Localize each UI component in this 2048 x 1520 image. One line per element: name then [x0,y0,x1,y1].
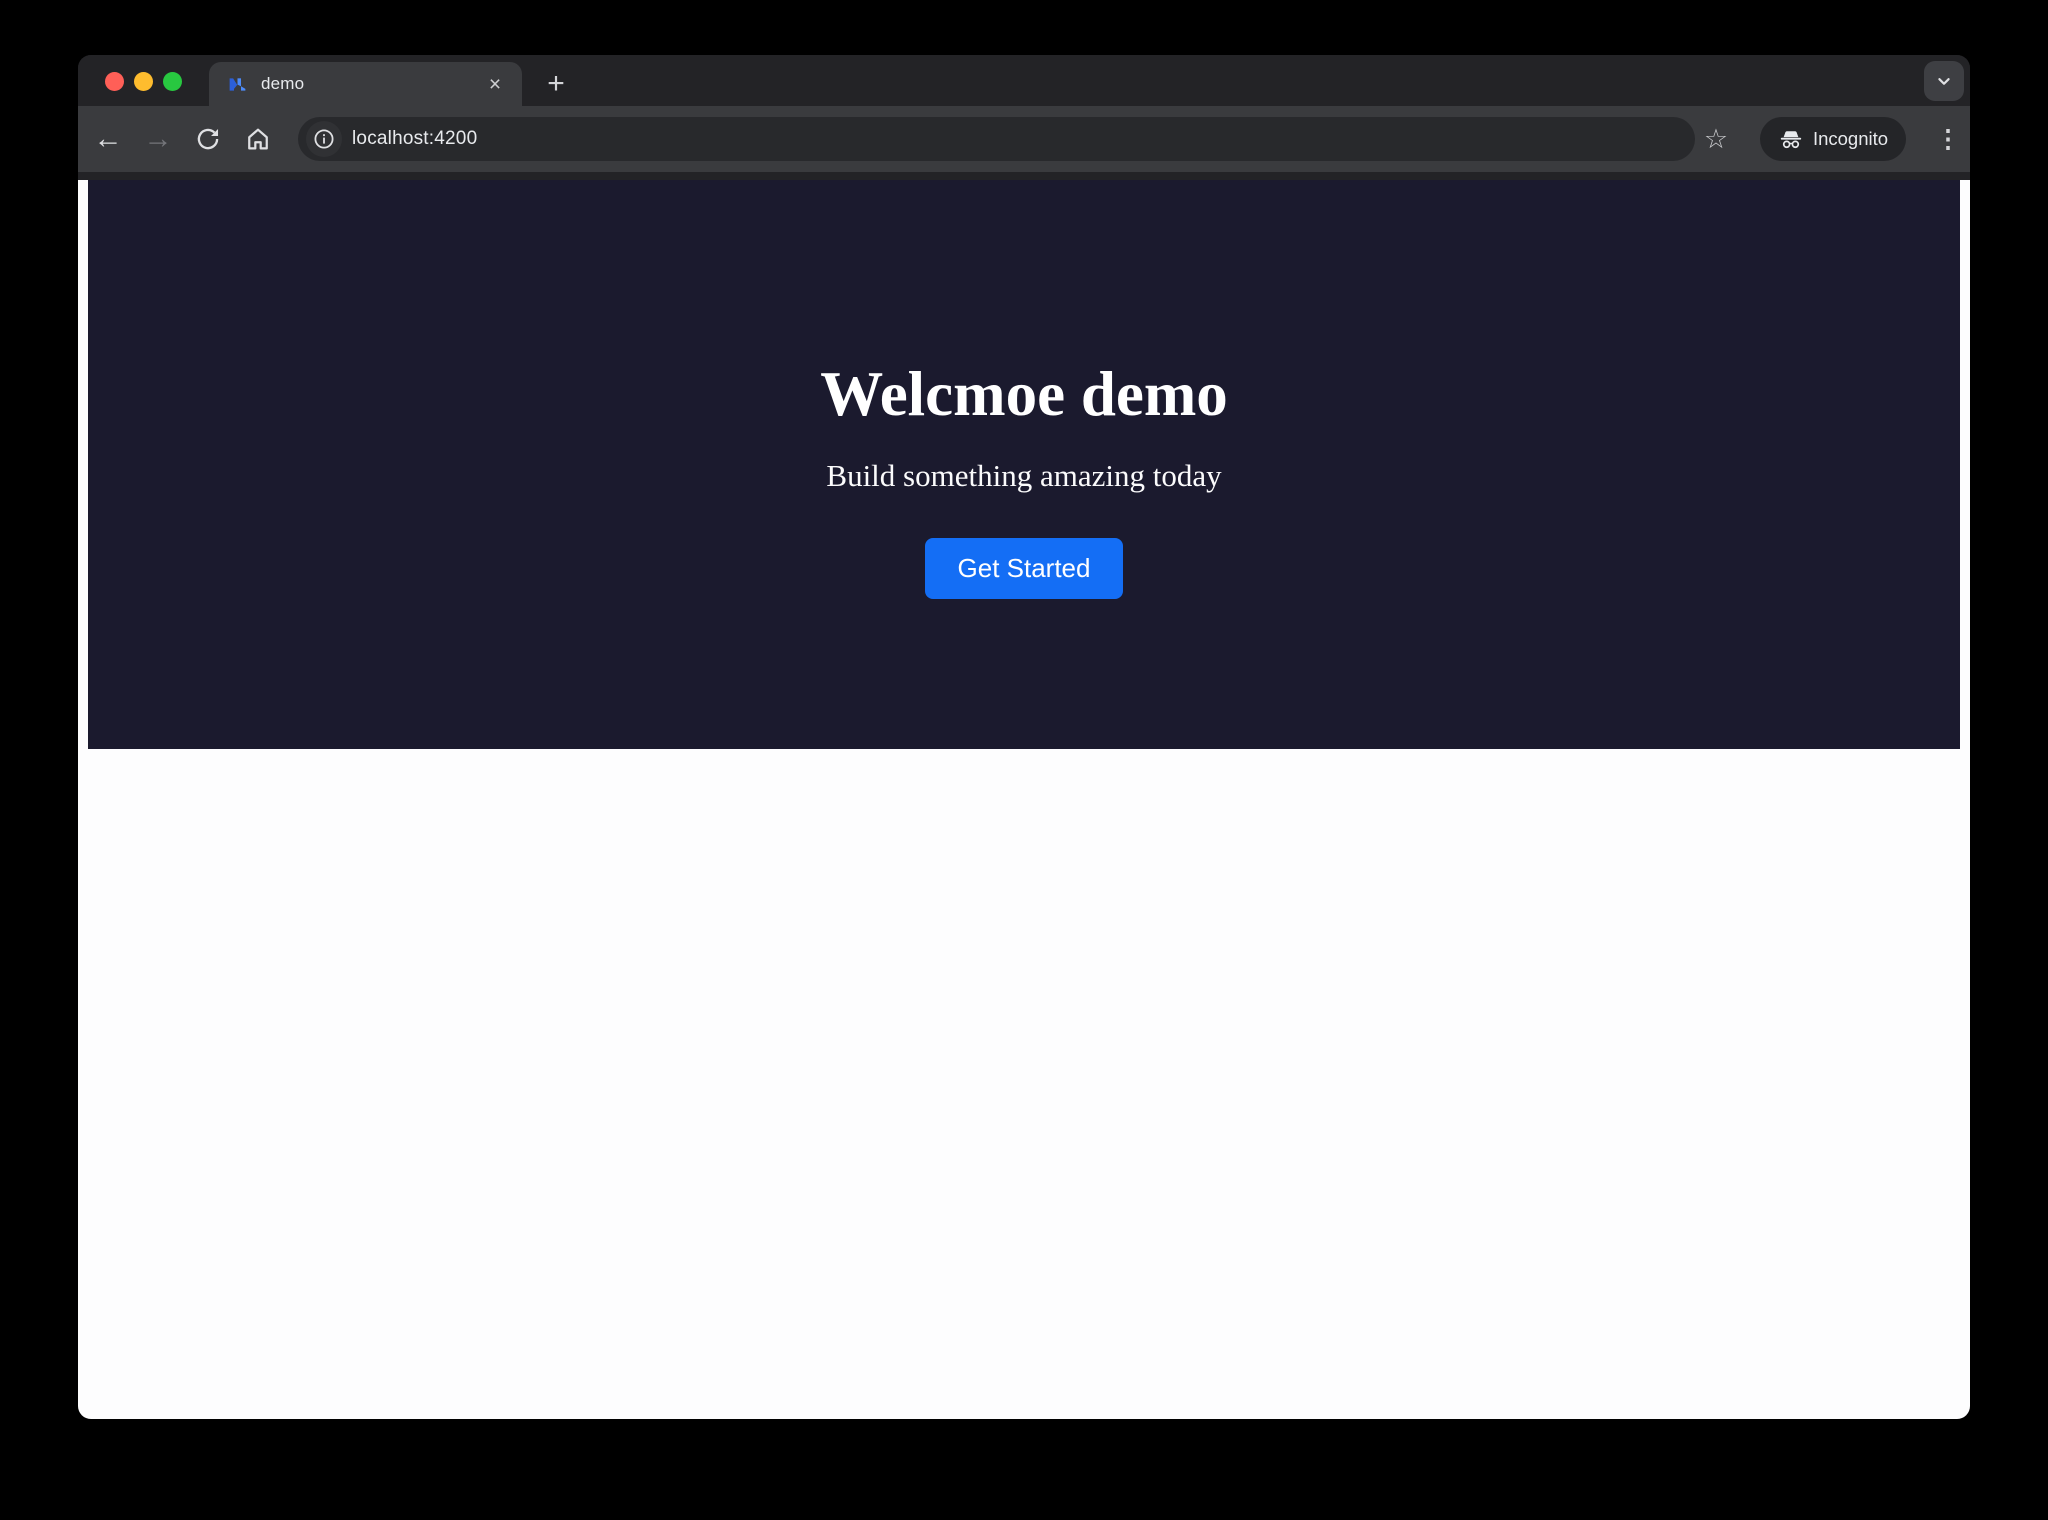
nx-logo-icon [227,74,248,95]
forward-button: → [138,119,178,159]
hero-section: Welcmoe demo Build something amazing tod… [88,180,1960,749]
home-button[interactable] [238,119,278,159]
url-text[interactable]: localhost:4200 [352,128,477,150]
page-viewport: Welcmoe demo Build something amazing tod… [78,180,1970,1419]
tab-search-button[interactable] [1924,61,1964,101]
tab-title: demo [261,74,482,94]
page-title: Welcmoe demo [820,358,1228,430]
chevron-down-icon [1933,70,1955,92]
browser-window: demo × + ← → [78,55,1970,1419]
reload-icon [194,125,222,153]
hero-subtitle: Build something amazing today [826,456,1221,496]
get-started-button[interactable]: Get Started [925,538,1123,599]
tab-strip: demo × + [78,55,1970,106]
browser-menu-button[interactable]: ⋮ [1928,119,1968,159]
site-info-button[interactable] [306,121,342,157]
bookmark-star-button[interactable]: ☆ [1696,119,1736,159]
address-bar[interactable]: localhost:4200 [298,117,1695,161]
info-icon [312,127,336,151]
tab-demo[interactable]: demo × [209,62,522,106]
macos-zoom-button[interactable] [163,72,182,91]
browser-toolbar: ← → localhost:4200 ☆ [78,106,1970,172]
tab-close-icon[interactable]: × [482,71,508,97]
macos-minimize-button[interactable] [134,72,153,91]
back-button[interactable]: ← [88,119,128,159]
incognito-badge: Incognito [1760,117,1906,161]
new-tab-button[interactable]: + [536,64,576,104]
incognito-label: Incognito [1813,128,1888,150]
macos-close-button[interactable] [105,72,124,91]
incognito-icon [1778,126,1804,152]
home-icon [244,125,272,153]
reload-button[interactable] [188,119,228,159]
